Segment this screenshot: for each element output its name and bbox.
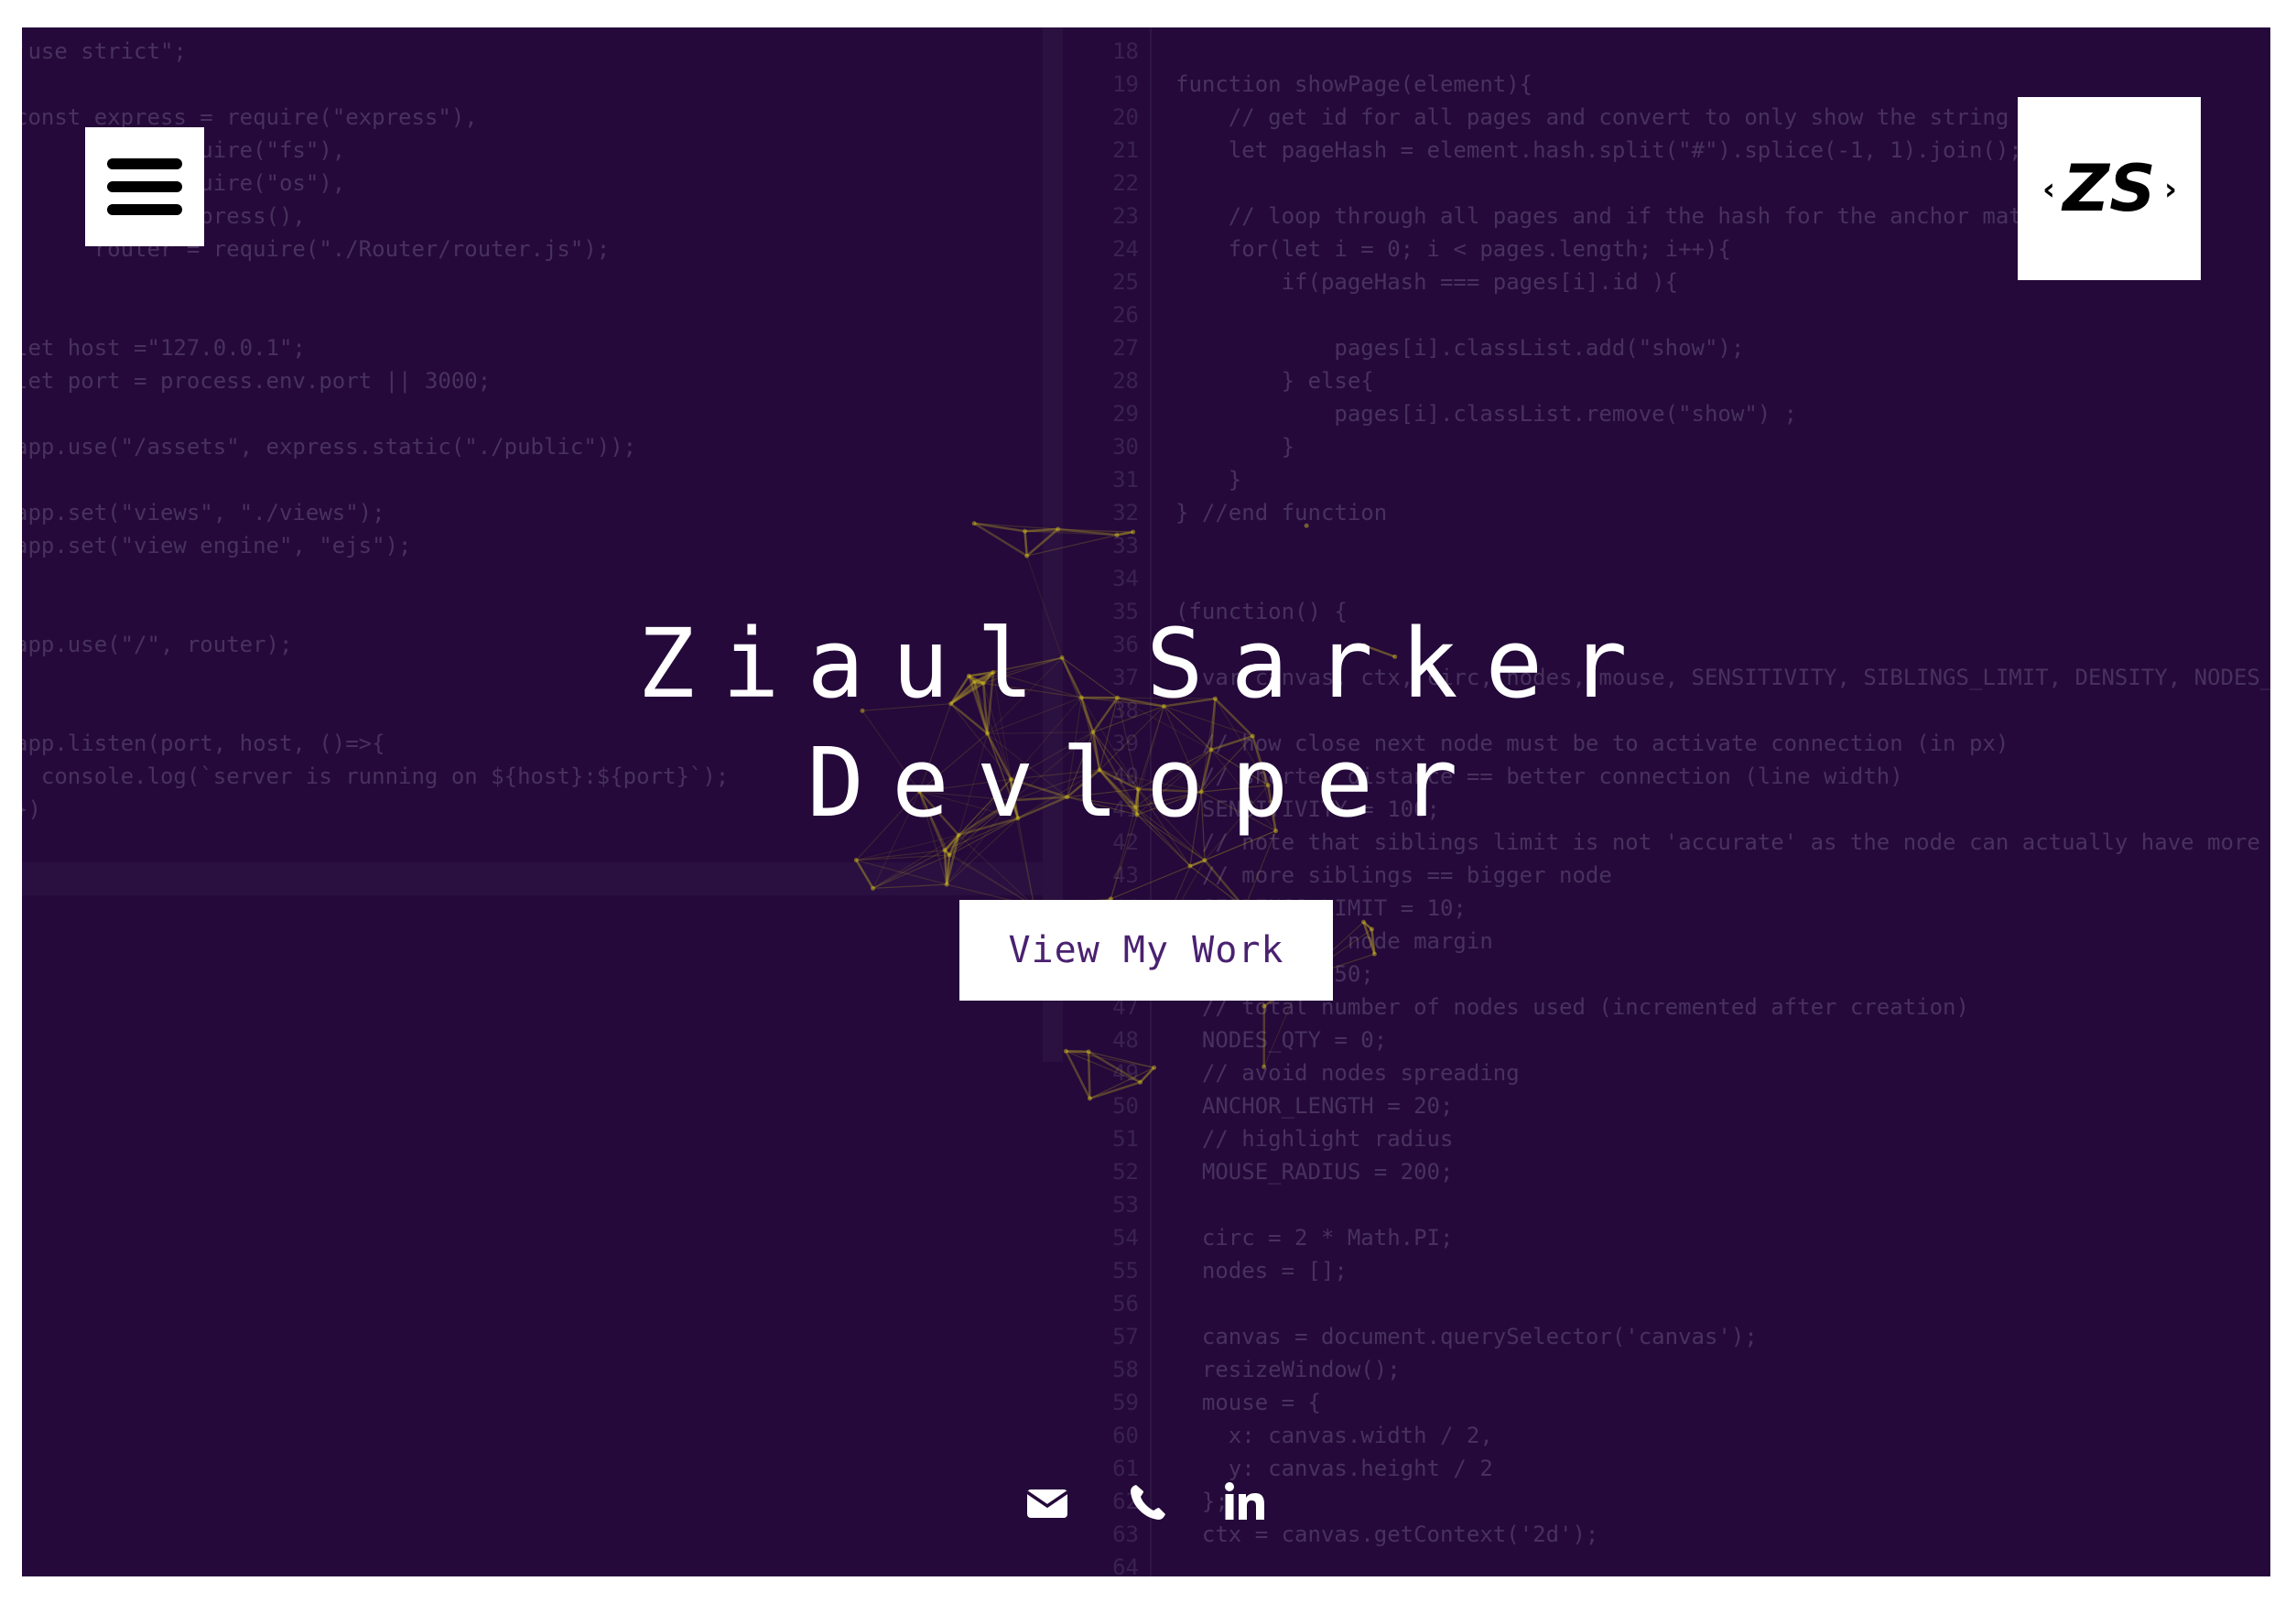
network-node bbox=[1369, 926, 1374, 932]
network-link bbox=[1244, 830, 1277, 908]
linkedin-icon bbox=[1225, 1482, 1264, 1520]
email-link[interactable] bbox=[1024, 1478, 1079, 1527]
hero-role: Devloper bbox=[807, 727, 1486, 839]
network-node bbox=[1152, 1065, 1157, 1070]
network-node bbox=[1063, 1048, 1068, 1054]
network-node bbox=[1202, 858, 1208, 863]
network-node bbox=[1056, 526, 1061, 532]
network-link bbox=[856, 854, 950, 861]
network-node bbox=[1138, 1079, 1143, 1085]
network-node bbox=[944, 882, 949, 887]
network-link bbox=[1023, 531, 1028, 557]
network-node bbox=[1262, 1064, 1267, 1069]
network-node bbox=[1304, 523, 1309, 528]
svg-text:‹: ‹ bbox=[2042, 171, 2055, 208]
view-my-work-button[interactable]: View My Work bbox=[959, 900, 1333, 1001]
phone-link[interactable] bbox=[1125, 1478, 1180, 1527]
zs-logo-icon: ‹ ZS › bbox=[2042, 151, 2177, 226]
network-node bbox=[853, 858, 859, 863]
network-node bbox=[942, 848, 948, 853]
svg-text:›: › bbox=[2164, 171, 2177, 208]
network-link bbox=[1089, 1080, 1141, 1100]
network-link bbox=[872, 883, 948, 889]
linkedin-link[interactable] bbox=[1221, 1478, 1276, 1527]
network-node bbox=[1360, 919, 1366, 925]
network-node bbox=[1024, 553, 1030, 558]
network-node bbox=[1086, 1049, 1091, 1055]
network-node bbox=[1131, 529, 1136, 535]
network-link bbox=[948, 854, 1034, 907]
network-node bbox=[871, 885, 876, 891]
network-link bbox=[1139, 1067, 1155, 1084]
network-node bbox=[1262, 1003, 1267, 1009]
hero-name: Ziaul Sarker bbox=[637, 608, 1655, 720]
envelope-icon bbox=[1026, 1489, 1068, 1518]
network-node bbox=[1023, 528, 1028, 534]
hero-heading: Ziaul Sarker Devloper bbox=[22, 604, 2270, 842]
phone-icon bbox=[1131, 1485, 1165, 1520]
network-link bbox=[1087, 1051, 1091, 1099]
network-node bbox=[1087, 1096, 1092, 1101]
network-node bbox=[1114, 532, 1120, 537]
network-node bbox=[947, 852, 952, 858]
network-node bbox=[1187, 863, 1193, 869]
network-link bbox=[872, 854, 950, 889]
menu-button[interactable] bbox=[85, 127, 204, 246]
network-node bbox=[971, 521, 977, 526]
network-node bbox=[1371, 951, 1377, 957]
site-logo[interactable]: ‹ ZS › bbox=[2018, 97, 2201, 280]
network-link bbox=[1065, 1050, 1091, 1099]
logo-text: ZS bbox=[2061, 151, 2155, 226]
hero-section: 'use strict"; const express = require("e… bbox=[22, 27, 2270, 1576]
